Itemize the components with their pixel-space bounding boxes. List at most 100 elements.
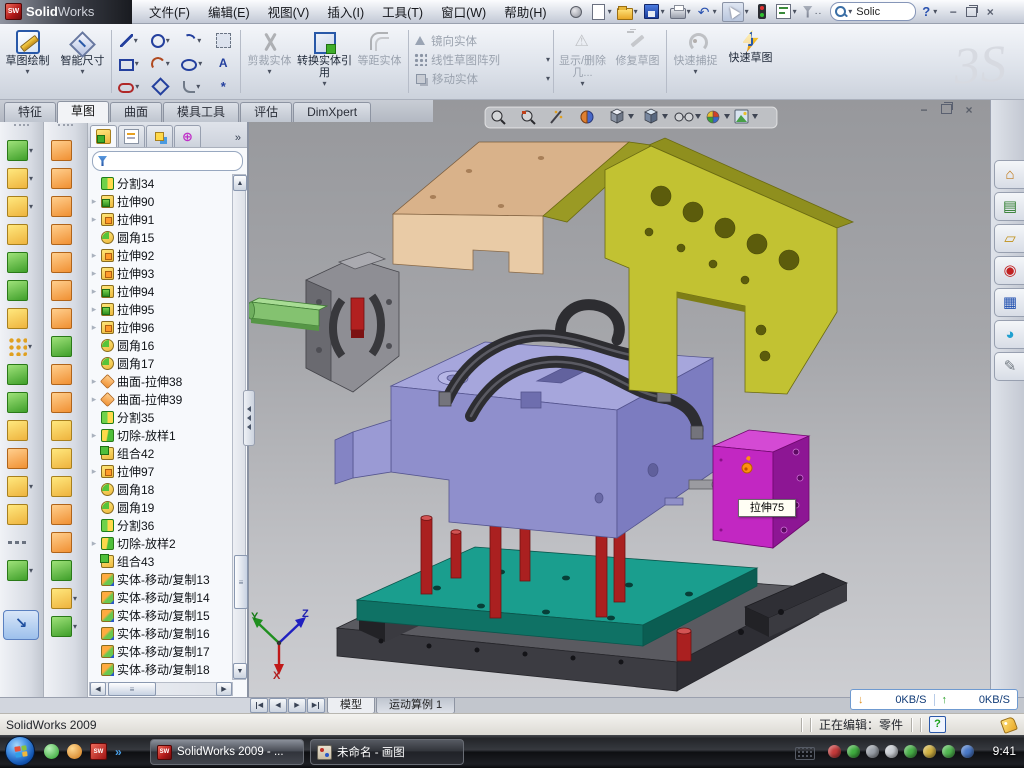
scroll-left-button[interactable]: ◀: [90, 682, 106, 696]
scroll-right-button[interactable]: ▶: [216, 682, 232, 696]
point-tool-button[interactable]: *: [208, 80, 240, 93]
design-library-tab[interactable]: ▤: [994, 192, 1024, 221]
feature-tree-item[interactable]: 圆角15: [90, 228, 230, 246]
expander-icon[interactable]: ▸: [90, 394, 98, 405]
fillet-button[interactable]: ▾: [0, 192, 43, 220]
feature-tree-item[interactable]: 圆角16: [90, 336, 230, 354]
feature-tree-item[interactable]: ▸ 拉伸96: [90, 318, 230, 336]
feature-tree-item[interactable]: 实体-移动/复制15: [90, 606, 230, 624]
expander-icon[interactable]: ▸: [90, 250, 98, 261]
menu-item[interactable]: 工具(T): [373, 2, 432, 21]
scroll-down-button[interactable]: ▼: [233, 663, 247, 679]
media-quicklaunch-icon[interactable]: [67, 744, 82, 759]
feature-tree-item[interactable]: 圆角18: [90, 480, 230, 498]
smart-dimension-button[interactable]: 智能尺寸 ▾: [55, 26, 110, 97]
propertymanager-tab[interactable]: [118, 125, 145, 147]
mirror-entities-button[interactable]: 镜向实体: [414, 31, 550, 50]
graphics-viewport[interactable]: − × 拉伸75 Y Z X: [248, 100, 990, 697]
close-button[interactable]: ×: [983, 6, 997, 18]
expander-icon[interactable]: ▸: [90, 196, 98, 207]
feature-tree-item[interactable]: 实体-移动/复制14: [90, 588, 230, 606]
expander-icon[interactable]: ▸: [90, 214, 98, 225]
expander-icon[interactable]: ▸: [90, 304, 98, 315]
shield-power-tray-icon[interactable]: [847, 745, 860, 758]
more-tabs-chevron[interactable]: »: [235, 132, 245, 147]
instant3d-button[interactable]: ↘: [3, 610, 39, 640]
featuremanager-tree-tab[interactable]: [90, 125, 117, 147]
sketch-fillet-button[interactable]: ▾: [176, 81, 208, 93]
feature-tree-item[interactable]: ▸ 切除-放样2: [90, 534, 230, 552]
feature-tree-item[interactable]: 实体-移动/复制13: [90, 570, 230, 588]
display-delete-relations-button[interactable]: 显示/删除几... ▾: [555, 26, 610, 97]
feature-tree-item[interactable]: 分割36: [90, 516, 230, 534]
reference-plane-button[interactable]: [0, 500, 43, 528]
extruded-boss-button[interactable]: ▾: [0, 136, 43, 164]
select-tool-button[interactable]: ▾: [721, 1, 750, 23]
feature-tree-item[interactable]: ▸ 拉伸97: [90, 462, 230, 480]
solidworks-resources-tab[interactable]: ⌂: [994, 160, 1024, 189]
box-feature-button[interactable]: [44, 444, 87, 472]
feature-tree-item[interactable]: ▸ 拉伸92: [90, 246, 230, 264]
expander-icon[interactable]: ▸: [90, 322, 98, 333]
revolved-cut-button[interactable]: [44, 164, 87, 192]
search-input[interactable]: [854, 5, 902, 19]
pin-toolbar-button[interactable]: [566, 2, 586, 22]
view-palette-tab[interactable]: ▦: [994, 288, 1024, 317]
expander-icon[interactable]: ▸: [90, 538, 98, 549]
tab-motion-study-1[interactable]: 运动算例 1: [376, 698, 455, 714]
wrap-button[interactable]: [0, 304, 43, 332]
save-button[interactable]: ▾: [642, 2, 666, 21]
freeform-button[interactable]: [44, 528, 87, 556]
doc-restore-button[interactable]: [941, 104, 952, 114]
doc-minimize-button[interactable]: −: [917, 104, 931, 116]
doc-close-button[interactable]: ×: [962, 104, 976, 116]
toolbar-grip[interactable]: [58, 124, 73, 133]
revolved-boss-button[interactable]: [44, 136, 87, 164]
cut-body-button[interactable]: [0, 276, 43, 304]
quick-tips-button[interactable]: ?: [929, 716, 946, 733]
feature-tree-item[interactable]: ▸ 曲面-拉伸38: [90, 372, 230, 390]
system-update-tray-icon[interactable]: [866, 745, 879, 758]
slot-tool-button[interactable]: ▾: [113, 80, 145, 93]
security-center-tray-icon[interactable]: [942, 745, 955, 758]
open-file-button[interactable]: ▾: [616, 3, 639, 21]
lofted-boss-button[interactable]: [44, 220, 87, 248]
feature-tree-item[interactable]: 实体-移动/复制16: [90, 624, 230, 642]
feature-tree-item[interactable]: ▸ 拉伸93: [90, 264, 230, 282]
tab-model[interactable]: 模型: [327, 698, 375, 714]
feature-tree-item[interactable]: ▸ 拉伸94: [90, 282, 230, 300]
feature-tree-item[interactable]: ▸ 曲面-拉伸39: [90, 390, 230, 408]
expander-icon[interactable]: ▸: [90, 466, 98, 477]
sync-center-tray-icon[interactable]: [961, 745, 974, 758]
options-button[interactable]: ▾: [774, 2, 798, 21]
last-tab-button[interactable]: ▶: [307, 698, 325, 713]
search-box[interactable]: ▾: [830, 2, 916, 21]
expander-icon[interactable]: ▸: [90, 430, 98, 441]
tag-icon[interactable]: [1000, 716, 1018, 734]
messenger-quicklaunch-icon[interactable]: [44, 744, 59, 759]
ribbon-tab[interactable]: 曲面: [110, 102, 162, 122]
ribbon-tab[interactable]: 特征: [4, 102, 56, 122]
print-button[interactable]: ▾: [669, 3, 692, 20]
antivirus-tray-icon[interactable]: [828, 745, 841, 758]
menu-item[interactable]: 插入(I): [318, 2, 373, 21]
first-tab-button[interactable]: ◀: [250, 698, 268, 713]
device-sync-tray-icon[interactable]: [904, 745, 917, 758]
expander-icon[interactable]: ▸: [90, 268, 98, 279]
tree-filter-box[interactable]: [92, 151, 243, 171]
quicklaunch-overflow-chevron[interactable]: »: [115, 745, 122, 759]
feature-tree-item[interactable]: 实体-移动/复制17: [90, 642, 230, 660]
feature-tree-item[interactable]: 圆角19: [90, 498, 230, 516]
menu-item[interactable]: 视图(V): [259, 2, 319, 21]
rectangle-tool-button[interactable]: ▾: [113, 57, 145, 71]
keyboard-layout-icon[interactable]: [795, 747, 815, 760]
appearances-tab[interactable]: ◕: [994, 320, 1024, 349]
menu-item[interactable]: 文件(F): [140, 2, 199, 21]
loft-button[interactable]: [0, 220, 43, 248]
helix-curve-button[interactable]: ▾: [44, 612, 87, 640]
taskbar-button-paint[interactable]: 未命名 - 画图: [310, 739, 464, 765]
offset-entities-button[interactable]: 等距实体: [352, 26, 407, 97]
feature-tree-item[interactable]: 圆角17: [90, 354, 230, 372]
pick-tool-button[interactable]: [208, 33, 240, 48]
menu-item[interactable]: 编辑(E): [199, 2, 259, 21]
